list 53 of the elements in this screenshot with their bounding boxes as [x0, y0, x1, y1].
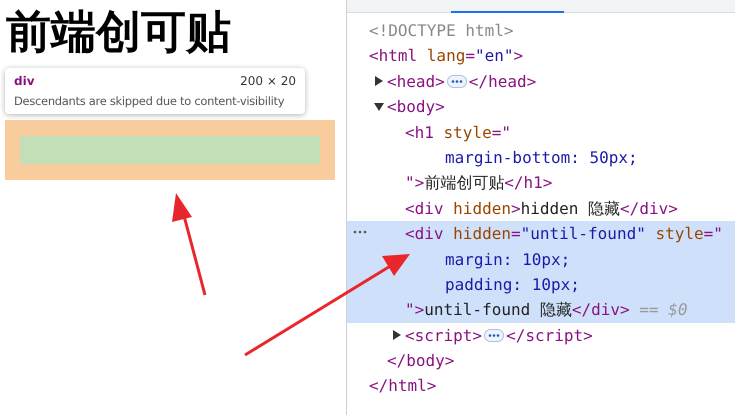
node-text: 前端创可贴	[424, 172, 504, 194]
markup-text: <!DOCTYPE html>	[369, 20, 514, 42]
collapsed-triangle-icon[interactable]	[392, 330, 402, 340]
markup-text: <head>	[387, 70, 445, 93]
markup-text: lang	[426, 45, 466, 68]
markup-text: </div>	[572, 299, 630, 322]
markup-text: <div	[405, 223, 445, 246]
element-size: 200 × 20	[240, 74, 296, 88]
markup-text: hidden	[453, 223, 511, 246]
markup-text: <html	[369, 45, 418, 68]
page-heading: 前端创可贴	[6, 8, 231, 56]
markup-text: ="	[492, 122, 511, 144]
markup-text: style	[654, 223, 704, 246]
markup-text: </html>	[369, 375, 436, 398]
markup-text: </h1>	[504, 172, 552, 194]
markup-text: <div	[405, 198, 445, 220]
node-row[interactable]: <head> </head>	[347, 68, 735, 94]
node-row[interactable]: <script> </script>	[347, 322, 735, 348]
node-row[interactable]: <h1 style=" margin-bottom: 50px; ">前端创可贴</h1>	[347, 120, 735, 196]
markup-text: margin: 10px;	[445, 248, 570, 271]
tooltip-message: Descendants are skipped due to content-visibility	[14, 94, 286, 108]
selection-ref: == $0	[638, 299, 688, 322]
markup-text: </div>	[620, 198, 678, 220]
more-options-icon[interactable]	[353, 229, 367, 236]
node-row[interactable]: <div hidden>hidden 隐藏</div>	[347, 196, 735, 222]
markup-text: >	[514, 45, 524, 68]
element-tag: div	[14, 74, 35, 88]
markup-text: <h1	[405, 122, 435, 144]
markup-text: ">	[405, 172, 424, 194]
markup-text: <body>	[387, 96, 445, 118]
collapsed-triangle-icon[interactable]	[374, 76, 384, 86]
markup-text: margin-bottom: 50px;	[445, 146, 638, 169]
node-text: until-found 隐藏	[424, 299, 572, 322]
node-text: hidden 隐藏	[520, 198, 620, 220]
markup-text: </head>	[468, 70, 536, 93]
markup-text: padding: 10px;	[445, 274, 580, 296]
markup-text: hidden	[453, 198, 511, 220]
markup-text: =	[465, 45, 475, 68]
markup-text: ">	[405, 299, 424, 322]
markup-text: style	[444, 122, 492, 144]
selected-node-row[interactable]: <div hidden="until-found" style=" margin: 10px; padding: 10px; ">until-found 隐藏</div> == $0	[347, 221, 735, 323]
node-row[interactable]: <body> <h1 style=" margin-bottom: 50px; ">前端创可贴</h1> <div hidden>hidden 隐藏</div> <div hidden="until-found" style=" margin: 10px; padding: 10px; ">until-found 隐藏</div> == $0 <script> </script> </body>	[347, 94, 735, 374]
markup-text: ="	[704, 223, 723, 246]
markup-text: >	[510, 198, 521, 220]
ellipsis-badge-icon[interactable]	[484, 328, 504, 342]
markup-text: </body>	[387, 350, 454, 372]
markup-text: <script>	[405, 324, 482, 347]
markup-text: </script>	[506, 324, 593, 347]
markup-text: "until-found"	[520, 223, 646, 246]
markup-text: =	[510, 223, 521, 246]
ellipsis-badge-icon[interactable]	[446, 74, 467, 88]
markup-text: "en"	[474, 45, 514, 68]
expanded-triangle-icon[interactable]	[374, 102, 384, 112]
